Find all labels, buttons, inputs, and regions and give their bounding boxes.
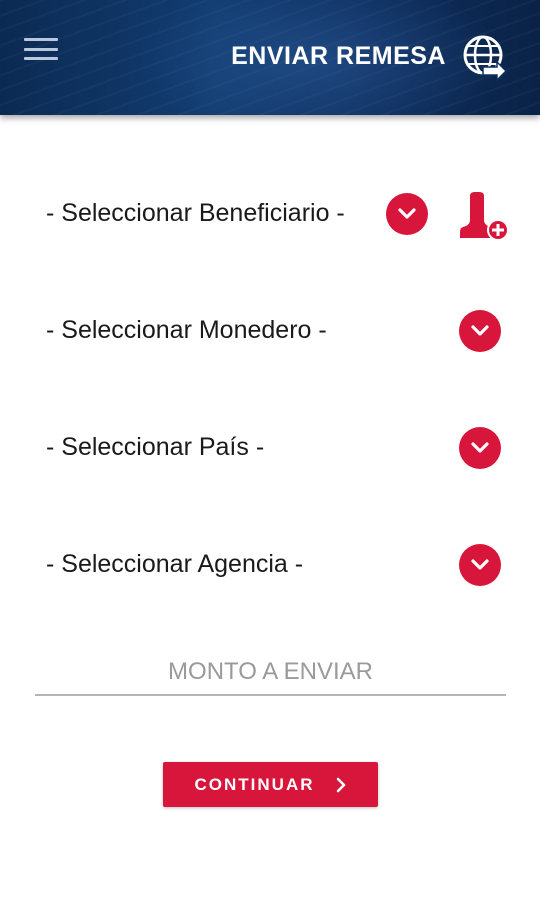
agencia-select-label: - Seleccionar Agencia - [46,550,304,578]
chevron-down-icon[interactable] [459,427,501,469]
pais-select[interactable]: - Seleccionar País - [0,419,540,479]
chevron-down-icon[interactable] [386,193,428,235]
beneficiario-select-label: - Seleccionar Beneficiario - [46,199,345,227]
amount-input[interactable] [35,650,506,696]
agencia-select[interactable]: - Seleccionar Agencia - [0,536,540,596]
chevron-down-icon[interactable] [459,544,501,586]
globe-send-icon[interactable] [461,33,507,83]
continue-button-label: CONTINUAR [194,774,315,794]
pais-select-label: - Seleccionar País - [46,433,265,461]
chevron-down-icon[interactable] [459,310,501,352]
monedero-select[interactable]: - Seleccionar Monedero - [0,302,540,362]
continue-button[interactable]: CONTINUAR [163,762,378,807]
app-header: ENVIAR REMESA [0,0,540,115]
monedero-select-label: - Seleccionar Monedero - [46,316,327,344]
chevron-right-icon [335,777,347,793]
add-user-icon[interactable] [456,190,512,242]
page-title: ENVIAR REMESA [231,42,446,70]
hamburger-menu-icon[interactable] [24,36,58,62]
